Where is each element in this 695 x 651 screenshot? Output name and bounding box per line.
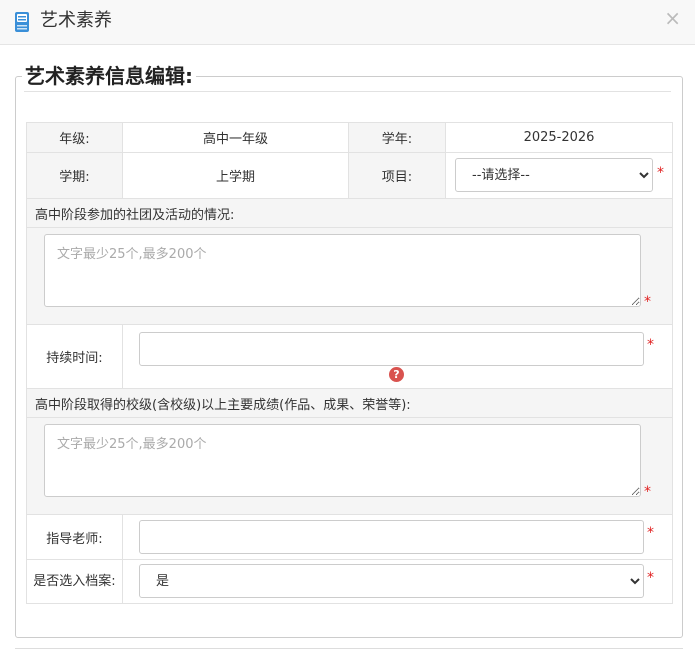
row-teacher: 指导老师: * (26, 514, 673, 560)
required-mark: * (647, 337, 654, 353)
required-mark: * (657, 165, 664, 181)
row-archive: 是否选入档案: 是 * (26, 559, 673, 604)
project-select[interactable]: --请选择-- (455, 158, 653, 192)
row-achievements-input: * (26, 417, 673, 515)
row-activities-input: * (26, 227, 673, 325)
required-mark: * (644, 294, 651, 310)
activities-label: 高中阶段参加的社团及活动的情况: (26, 198, 673, 228)
project-cell: --请选择-- * (445, 152, 673, 199)
teacher-cell: * (122, 514, 673, 560)
project-label: 项目: (348, 152, 446, 199)
duration-label: 持续时间: (26, 324, 123, 389)
teacher-input[interactable] (139, 520, 644, 554)
activities-cell: * (26, 227, 673, 325)
help-icon[interactable]: ? (389, 367, 404, 382)
close-icon[interactable]: × (664, 8, 681, 28)
duration-input[interactable] (139, 332, 644, 366)
archive-select[interactable]: 是 (139, 564, 644, 598)
book-icon (15, 12, 29, 32)
art-info-form: 年级: 高中一年级 学年: 2025-2026 学期: 上学期 项目: --请选… (26, 122, 673, 604)
row-activities-label: 高中阶段参加的社团及活动的情况: (26, 198, 673, 228)
year-value: 2025-2026 (445, 122, 673, 153)
achievements-textarea[interactable] (44, 424, 641, 497)
grade-value: 高中一年级 (122, 122, 349, 153)
required-mark: * (644, 484, 651, 500)
year-label: 学年: (348, 122, 446, 153)
row-term-project: 学期: 上学期 项目: --请选择-- * (26, 152, 673, 199)
form-legend: 艺术素养信息编辑: (25, 64, 193, 88)
row-duration: 持续时间: * ? (26, 324, 673, 389)
dialog-titlebar: 艺术素养 × (0, 0, 695, 45)
dialog-title: 艺术素养 (40, 10, 112, 31)
footer-divider (15, 648, 683, 649)
legend-divider (24, 91, 671, 92)
teacher-label: 指导老师: (26, 514, 123, 560)
term-label: 学期: (26, 152, 123, 199)
activities-textarea[interactable] (44, 234, 641, 307)
row-achievements-label: 高中阶段取得的校级(含校级)以上主要成绩(作品、成果、荣誉等): (26, 388, 673, 418)
achievements-cell: * (26, 417, 673, 515)
archive-cell: 是 * (122, 559, 673, 604)
required-mark: * (647, 525, 654, 541)
duration-cell: * ? (122, 324, 673, 389)
row-grade-year: 年级: 高中一年级 学年: 2025-2026 (26, 122, 673, 153)
required-mark: * (647, 570, 654, 586)
achievements-label: 高中阶段取得的校级(含校级)以上主要成绩(作品、成果、荣誉等): (26, 388, 673, 418)
term-value: 上学期 (122, 152, 349, 199)
archive-label: 是否选入档案: (26, 559, 123, 604)
grade-label: 年级: (26, 122, 123, 153)
